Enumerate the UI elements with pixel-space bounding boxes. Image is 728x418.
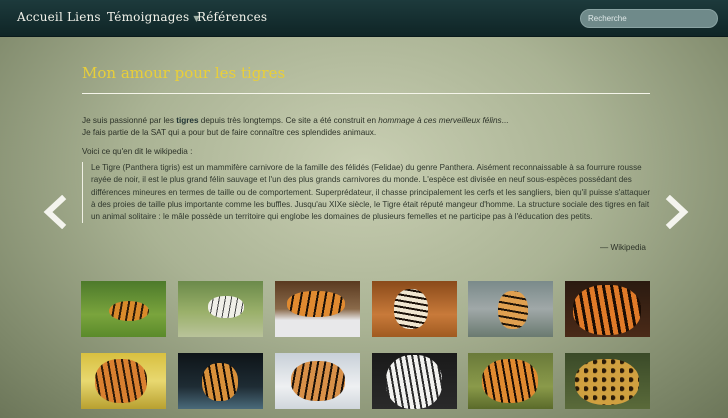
intro-text-2: depuis très longtemps. Ce site a été con… xyxy=(198,116,379,125)
title-divider xyxy=(82,93,650,94)
gallery-thumb[interactable] xyxy=(81,281,166,337)
gallery-thumb[interactable] xyxy=(565,281,650,337)
top-navbar: Accueil Liens Témoignages ▼ Références xyxy=(0,0,728,37)
gallery-thumb[interactable] xyxy=(275,353,360,409)
wikipedia-intro: Voici ce qu'en dit le wikipedia : xyxy=(82,147,193,156)
nav-temoignages[interactable]: Témoignages ▼ xyxy=(107,10,200,24)
nav-liens[interactable]: Liens xyxy=(67,10,101,24)
chevron-left-icon[interactable] xyxy=(40,195,70,229)
chevron-right-icon[interactable] xyxy=(662,195,692,229)
gallery-thumb[interactable] xyxy=(81,353,166,409)
intro-line-2: Je fais partie de la SAT qui a pour but … xyxy=(82,128,377,137)
intro-bold-tigres: tigres xyxy=(176,116,199,125)
wikipedia-quote: Le Tigre (Panthera tigris) est un mammif… xyxy=(82,162,651,224)
gallery-thumb[interactable] xyxy=(372,353,457,409)
gallery-thumb[interactable] xyxy=(178,353,263,409)
gallery-thumb[interactable] xyxy=(372,281,457,337)
intro-text-3: ... xyxy=(501,116,509,125)
nav-references[interactable]: Références xyxy=(197,10,267,24)
gallery-thumb[interactable] xyxy=(468,281,553,337)
intro-text-1: Je suis passionné par les xyxy=(82,116,177,125)
gallery-thumb[interactable] xyxy=(565,353,650,409)
nav-accueil[interactable]: Accueil xyxy=(17,10,63,24)
quote-source: — Wikipedia xyxy=(600,243,646,252)
gallery-thumb[interactable] xyxy=(178,281,263,337)
intro-paragraph: Je suis passionné par les tigres depuis … xyxy=(82,115,650,139)
gallery-thumb[interactable] xyxy=(275,281,360,337)
gallery-thumb[interactable] xyxy=(468,353,553,409)
page-title: Mon amour pour les tigres xyxy=(82,64,286,82)
search-input[interactable] xyxy=(580,9,718,28)
intro-italic: hommage à ces merveilleux félins xyxy=(378,116,502,125)
nav-temoignages-label: Témoignages xyxy=(107,10,190,24)
